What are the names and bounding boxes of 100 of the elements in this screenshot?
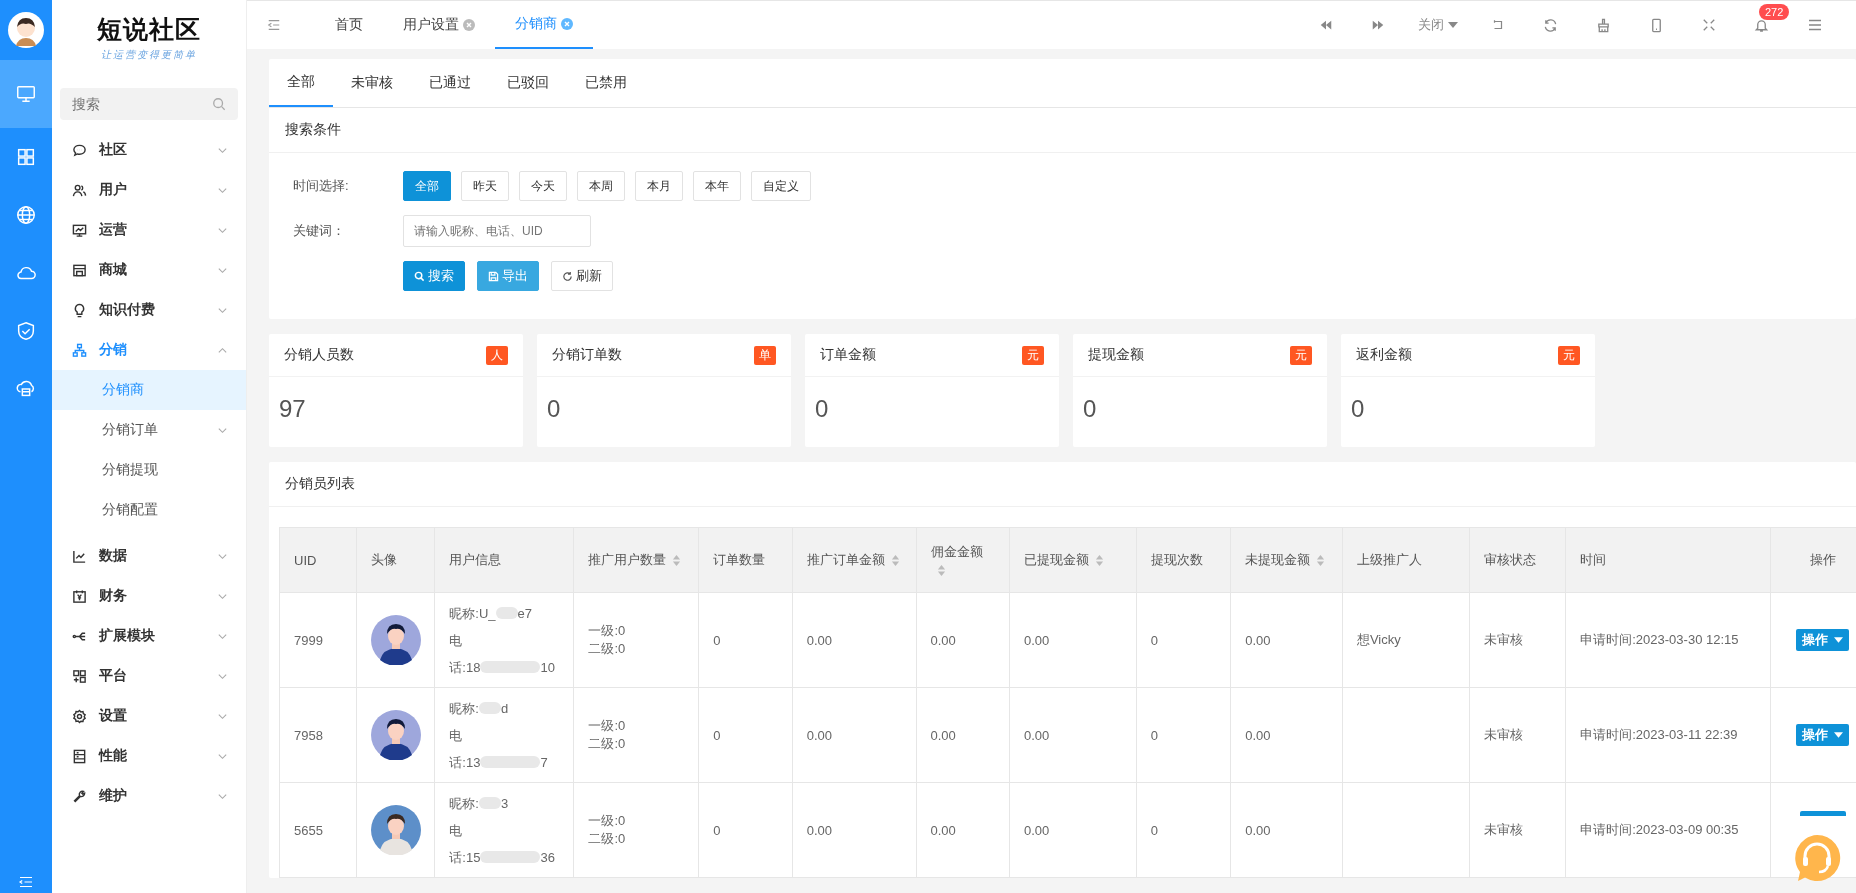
page-tab[interactable]: 用户设置 <box>383 1 495 49</box>
caret-icon <box>1834 732 1844 738</box>
table-cell: 0.00 <box>1245 632 1271 648</box>
table-cell: 0.00 <box>930 632 956 648</box>
table-cell: 7958 <box>279 687 357 783</box>
table-cell: 0 <box>1150 727 1159 743</box>
level-count: 二级:0 <box>588 830 627 848</box>
status-tab[interactable]: 已驳回 <box>489 59 567 107</box>
caret-icon <box>1834 637 1844 643</box>
table-cell: 0 <box>1150 822 1159 838</box>
status-tab[interactable]: 已禁用 <box>567 59 645 107</box>
stat-title: 分销订单数 <box>552 346 622 364</box>
table-cell: 0.00 <box>1245 727 1271 743</box>
table-cell: 0.00 <box>1245 822 1271 838</box>
menu-item[interactable]: 数据 <box>52 536 246 576</box>
menu-item[interactable]: 用户 <box>52 170 246 210</box>
time-option[interactable]: 本月 <box>635 171 683 201</box>
chat-icon <box>72 142 87 158</box>
stat-title: 订单金额 <box>820 346 876 364</box>
column-header: 操作 <box>1770 527 1856 593</box>
stat-value: 0 <box>814 394 830 424</box>
menu-item[interactable]: 运营 <box>52 210 246 250</box>
time-option[interactable]: 昨天 <box>461 171 509 201</box>
refresh-button[interactable]: 刷新 <box>551 261 613 291</box>
keyword-field[interactable]: 请输入昵称、电话、UID <box>403 215 591 247</box>
phone-icon[interactable] <box>1649 17 1664 33</box>
time-option[interactable]: 本周 <box>577 171 625 201</box>
stat-value: 0 <box>1082 394 1098 424</box>
table-cell: 想Vicky <box>1356 632 1401 647</box>
column-header: 未提现金额 <box>1230 527 1343 593</box>
column-header: 头像 <box>356 527 435 593</box>
nickname-text: 3 <box>500 794 509 813</box>
chart-board-icon <box>72 222 87 238</box>
submenu-item[interactable]: 分销配置 <box>52 490 246 530</box>
sort-icon[interactable] <box>890 554 900 568</box>
time-option[interactable]: 自定义 <box>751 171 811 201</box>
refresh-icon <box>562 270 573 282</box>
menu-item[interactable]: 财务 <box>52 576 246 616</box>
menu-item[interactable]: 扩展模块 <box>52 616 246 656</box>
search-icon <box>212 97 226 111</box>
bulb-icon <box>72 302 87 318</box>
phone-text: 话:18 <box>449 658 481 677</box>
bell-icon[interactable] <box>1754 17 1769 33</box>
unit-badge: 元 <box>1558 345 1580 365</box>
close-icon[interactable] <box>561 18 573 30</box>
close-dropdown[interactable]: 关闭 <box>1418 16 1458 34</box>
menu-icon[interactable] <box>1807 17 1823 33</box>
phone-label: 电 <box>449 726 463 745</box>
submenu-item[interactable]: 分销订单 <box>52 410 246 450</box>
status-tab[interactable]: 全部 <box>269 59 333 107</box>
column-header: UID <box>279 527 357 593</box>
table-cell: 申请时间:2023-03-11 22:39 <box>1580 727 1738 742</box>
action-dropdown[interactable] <box>1799 810 1846 816</box>
table-cell: 0.00 <box>806 822 832 838</box>
menu-item[interactable]: 维护 <box>52 776 246 816</box>
phone-text: 36 <box>540 848 555 867</box>
phone-label: 电 <box>449 631 463 650</box>
level-count: 二级:0 <box>588 640 627 658</box>
sort-icon[interactable] <box>936 563 946 577</box>
level-count: 一级:0 <box>588 812 627 830</box>
rewind-icon[interactable] <box>1319 18 1333 32</box>
status-tab[interactable]: 未审核 <box>333 59 411 107</box>
return-icon[interactable] <box>1491 18 1505 32</box>
time-option[interactable]: 本年 <box>693 171 741 201</box>
phone-label: 电 <box>449 821 463 840</box>
submenu-item[interactable]: 分销提现 <box>52 450 246 490</box>
sort-icon[interactable] <box>1094 554 1104 568</box>
phone-text: 7 <box>540 753 548 772</box>
column-header: 审核状态 <box>1469 527 1566 593</box>
unit-badge: 元 <box>1290 345 1312 365</box>
menu-item[interactable]: 性能 <box>52 736 246 776</box>
search-field[interactable]: 搜索 <box>60 88 238 120</box>
sort-icon[interactable] <box>672 554 682 568</box>
notification-badge: 272 <box>1759 3 1790 20</box>
table-cell: 7999 <box>279 592 357 688</box>
menu-item[interactable]: 社区 <box>52 130 246 170</box>
menu-item[interactable]: 设置 <box>52 696 246 736</box>
refresh-icon[interactable] <box>1543 17 1558 33</box>
nickname-text: d <box>500 699 509 718</box>
status-tab[interactable]: 已通过 <box>411 59 489 107</box>
time-option[interactable]: 今天 <box>519 171 567 201</box>
close-icon[interactable] <box>463 19 475 31</box>
menu-item[interactable]: 知识付费 <box>52 290 246 330</box>
column-header: 推广订单金额 <box>792 527 917 593</box>
sort-icon[interactable] <box>1316 554 1326 568</box>
table-cell: 5655 <box>279 782 357 878</box>
menu-item[interactable]: 商城 <box>52 250 246 290</box>
table-cell: 0.00 <box>1023 822 1050 838</box>
menu-fold-icon[interactable] <box>267 18 281 32</box>
stat-title: 提现金额 <box>1088 346 1144 364</box>
table-cell: 0.00 <box>1023 632 1050 648</box>
table-cell: 未审核 <box>1483 632 1523 647</box>
line-chart-icon <box>72 548 87 564</box>
fast-forward-icon[interactable] <box>1371 18 1385 32</box>
fullscreen-icon[interactable] <box>1702 18 1716 32</box>
table-cell: 未审核 <box>1483 822 1523 837</box>
broom-icon[interactable] <box>1596 17 1611 33</box>
page-tab[interactable]: 首页 <box>315 1 383 49</box>
menu-item[interactable]: 平台 <box>52 656 246 696</box>
customer-service-icon[interactable] <box>1792 833 1842 883</box>
